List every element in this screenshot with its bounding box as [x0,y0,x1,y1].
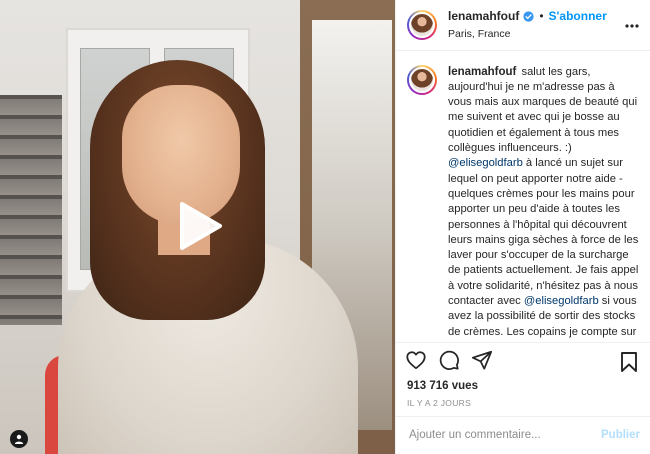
mention-link[interactable]: @elisegoldfarb [524,295,599,307]
post-date[interactable]: IL Y A 2 JOURS [396,395,650,416]
caption-part: salut les gars, aujourd'hui je ne m'adre… [448,65,638,155]
video-player[interactable] [0,0,395,454]
comment-input[interactable] [407,428,602,443]
caption-area: lenamahfouf salut les gars, aujourd'hui … [396,51,650,342]
instagram-post: lenamahfouf • S'abonner Paris, France le… [0,0,650,454]
share-icon[interactable] [471,349,493,371]
action-bar [396,341,650,378]
comment-bar: Publier [396,415,650,454]
avatar[interactable] [407,9,437,40]
post-side-panel: lenamahfouf • S'abonner Paris, France le… [395,0,650,454]
mention-link[interactable]: @elisegoldfarb [448,157,523,169]
separator: • [539,9,544,24]
username-link[interactable]: lenamahfouf [448,9,519,23]
comment-icon[interactable] [438,349,460,371]
ellipsis-icon[interactable] [624,18,640,34]
user-tag-icon[interactable] [10,430,28,448]
follow-button[interactable]: S'abonner [549,9,607,23]
view-count[interactable]: 913 716 vues [396,378,650,395]
caption-part: à lancé un sujet sur lequel on peut appo… [448,157,639,308]
caption-username-link[interactable]: lenamahfouf [448,66,516,78]
bookmark-icon[interactable] [619,351,639,373]
play-icon[interactable] [176,200,224,252]
verified-badge-icon [523,11,534,22]
avatar[interactable] [407,64,437,95]
publish-button[interactable]: Publier [601,429,640,441]
post-header: lenamahfouf • S'abonner Paris, France [396,0,650,51]
heart-icon[interactable] [405,349,427,371]
location-link[interactable]: Paris, France [448,28,607,40]
caption-text: lenamahfouf salut les gars, aujourd'hui … [448,65,640,342]
bookshelf [0,95,62,325]
